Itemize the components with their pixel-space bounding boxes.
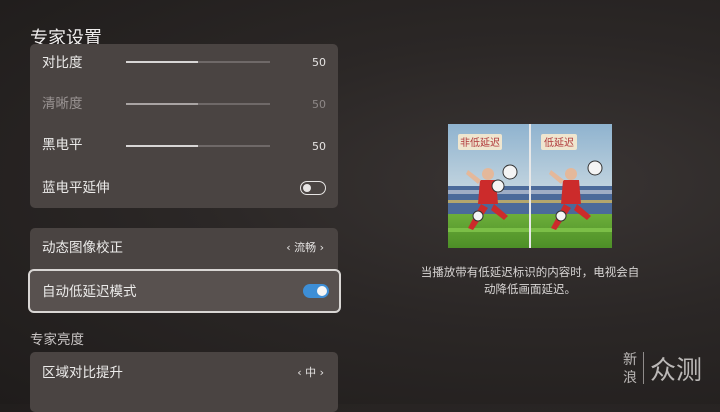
preview-right-half: 低延迟 [531,124,612,248]
auto-low-latency-toggle[interactable] [303,284,329,298]
section-expert-brightness: 专家亮度 [30,332,84,348]
blue-stretch-label: 蓝电平延伸 [42,180,110,196]
sharpness-value: 50 [312,98,326,111]
contrast-row[interactable]: 对比度 50 [30,44,338,84]
svg-text:新: 新 [623,352,637,368]
sharpness-row: 清晰度 50 [30,84,338,124]
preview-divider [529,124,531,248]
contrast-label: 对比度 [42,55,83,71]
motion-correction-label: 动态图像校正 [42,240,123,256]
auto-low-latency-label: 自动低延迟模式 [42,284,137,300]
motion-correction-row[interactable]: 动态图像校正 ‹ 流畅 › [30,228,338,268]
chevron-right-icon: › [316,366,324,379]
brightness-panel: 区域对比提升 ‹ 中 › [30,352,338,412]
preview-left-half: 非低延迟 [448,124,530,248]
preview-right-tag: 低延迟 [544,136,574,149]
watermark-graphic: 新 浪 众测 [623,352,702,386]
picture-settings-panel: 对比度 50 清晰度 50 黑电平 50 蓝电平延伸 [30,44,338,208]
toggle-knob [303,183,311,192]
local-contrast-label: 区域对比提升 [42,365,123,381]
blue-stretch-toggle[interactable] [300,181,326,195]
chevron-left-icon: ‹ [297,366,306,379]
sina-zhongce-watermark-logo: 新 浪 众测 [616,346,708,394]
preview-description: 当播放带有低延迟标识的内容时，电视会自动降低画面延迟。 [420,265,640,296]
black-level-slider-fill [126,145,198,147]
sharpness-label: 清晰度 [42,96,83,112]
black-level-label: 黑电平 [42,137,83,153]
sharpness-slider-fill [126,103,198,105]
local-contrast-row[interactable]: 区域对比提升 ‹ 中 › [30,352,338,392]
svg-text:众测: 众测 [650,356,702,386]
toggle-knob [317,286,327,296]
black-level-value: 50 [312,140,326,153]
contrast-slider[interactable] [126,61,270,63]
local-contrast-value: 中 [305,366,317,379]
contrast-slider-fill [126,61,198,63]
black-level-slider[interactable] [126,145,270,147]
local-contrast-selector[interactable]: ‹ 中 › [297,366,324,380]
preview-illustration: 非低延迟 低延迟 [448,124,612,248]
contrast-value: 50 [312,56,326,69]
auto-low-latency-row[interactable]: 自动低延迟模式 [28,269,341,313]
motion-correction-selector[interactable]: ‹ 流畅 › [286,241,324,255]
low-latency-preview-image: 非低延迟 低延迟 [448,124,612,248]
chevron-left-icon: ‹ [286,241,295,254]
sharpness-slider [126,103,270,105]
blue-stretch-row[interactable]: 蓝电平延伸 [30,168,338,208]
chevron-right-icon: › [316,241,324,254]
black-level-row[interactable]: 黑电平 50 [30,126,338,166]
preview-left-tag: 非低延迟 [460,136,500,149]
svg-text:浪: 浪 [623,370,637,386]
motion-correction-value: 流畅 [294,241,317,254]
